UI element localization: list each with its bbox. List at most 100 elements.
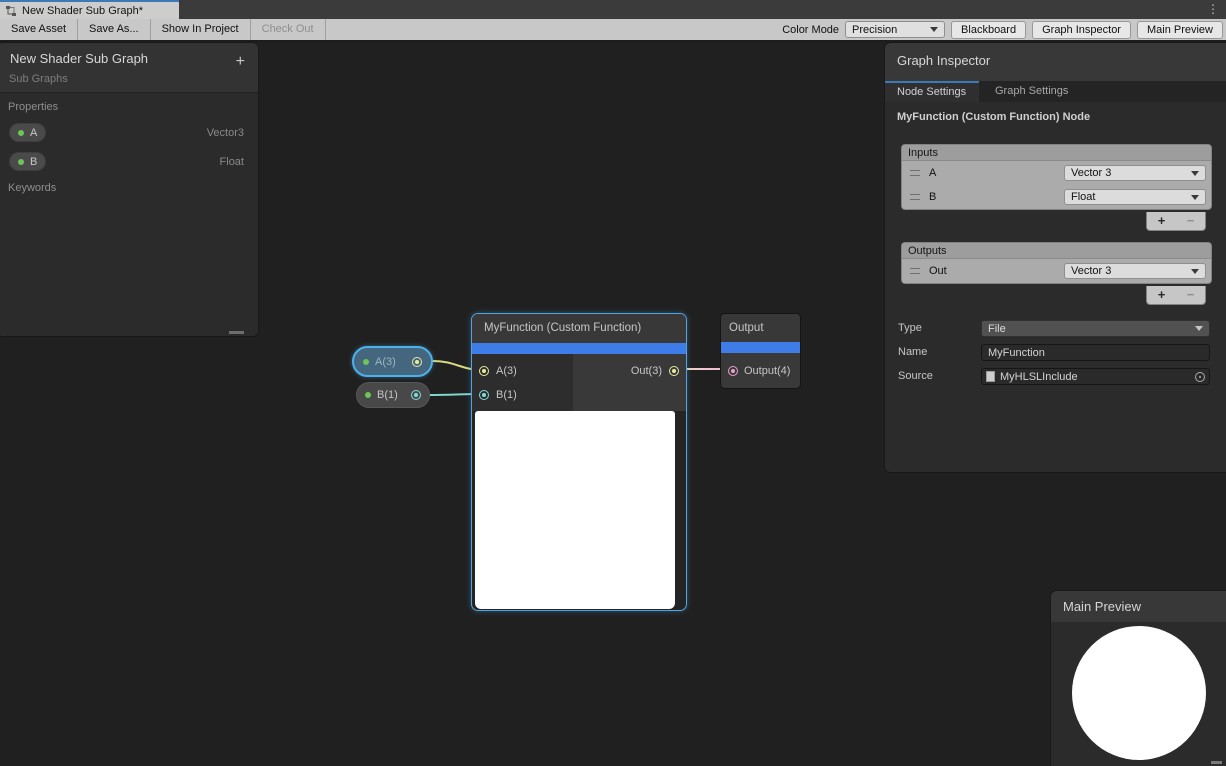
blackboard-property-a[interactable]: A	[9, 123, 46, 142]
file-icon	[986, 371, 995, 382]
chevron-down-icon	[1195, 326, 1203, 331]
node-settings-heading: MyFunction (Custom Function) Node	[897, 111, 1090, 123]
property-node-a[interactable]: A(3)	[352, 346, 433, 377]
list-row[interactable]: A Vector 3	[902, 161, 1211, 185]
input-port-row: B(1)	[472, 383, 573, 407]
main-preview-toggle-button[interactable]: Main Preview	[1137, 21, 1223, 39]
node-title[interactable]: Output	[721, 314, 800, 342]
exposed-dot-icon	[365, 392, 371, 398]
save-asset-button[interactable]: Save Asset	[0, 19, 78, 40]
chevron-down-icon	[1191, 269, 1199, 274]
type-label: Type	[898, 322, 922, 334]
blackboard-panel: New Shader Sub Graph Sub Graphs + Proper…	[0, 42, 259, 337]
list-row[interactable]: Out Vector 3	[902, 259, 1211, 283]
node-title[interactable]: MyFunction (Custom Function)	[472, 314, 686, 343]
preview-sphere[interactable]	[1072, 626, 1206, 760]
input-port-icon[interactable]	[479, 366, 489, 376]
shader-graph-icon	[5, 5, 17, 17]
inspector-tab-row: Node Settings Graph Settings	[885, 81, 1226, 102]
input-type-value: Vector 3	[1071, 167, 1111, 179]
inspector-title: Graph Inspector	[897, 53, 990, 68]
exposed-dot-icon	[363, 359, 369, 365]
exposed-dot-icon	[18, 130, 24, 136]
input-name: A	[929, 167, 936, 179]
property-node-b[interactable]: B(1)	[356, 382, 430, 408]
tab-node-settings[interactable]: Node Settings	[885, 81, 979, 102]
chevron-down-icon	[1191, 171, 1199, 176]
graph-inspector-panel: Graph Inspector Node Settings Graph Sett…	[884, 42, 1226, 473]
drag-handle-icon[interactable]	[910, 170, 920, 176]
node-output-column: Out(3)	[573, 354, 686, 411]
overflow-menu-icon[interactable]: ⋮	[1207, 1, 1219, 17]
output-port-label: Out(3)	[631, 365, 662, 377]
outputs-list-header: Outputs	[902, 243, 1211, 259]
input-type-dropdown[interactable]: Vector 3	[1064, 165, 1206, 181]
source-object-field[interactable]: MyHLSLInclude	[981, 368, 1210, 385]
window-tab-bar: New Shader Sub Graph* ⋮	[0, 0, 1226, 19]
outputs-list-footer: + −	[1146, 286, 1206, 305]
output-port-icon[interactable]	[411, 390, 421, 400]
main-toolbar: Save Asset Save As... Show In Project Ch…	[0, 19, 1226, 42]
node-myfunction[interactable]: MyFunction (Custom Function) A(3) B(1) O…	[471, 313, 687, 611]
inputs-list: Inputs A Vector 3 B Float	[901, 144, 1212, 210]
node-preview	[475, 411, 675, 609]
add-property-button[interactable]: +	[236, 54, 245, 70]
graph-inspector-toggle-button[interactable]: Graph Inspector	[1032, 21, 1131, 39]
output-port-icon[interactable]	[412, 357, 422, 367]
check-out-button: Check Out	[251, 19, 326, 40]
name-label: Name	[898, 346, 927, 358]
drag-handle-icon[interactable]	[910, 194, 920, 200]
exposed-dot-icon	[18, 159, 24, 165]
input-port-row: A(3)	[472, 359, 573, 383]
color-mode-dropdown[interactable]: Precision	[845, 21, 945, 38]
drag-handle-icon[interactable]	[910, 268, 920, 274]
source-field-row: Source MyHLSLInclude	[885, 368, 1226, 385]
node-body: A(3) B(1) Out(3)	[472, 354, 686, 411]
toolbar-right-group: Color Mode Precision Blackboard Graph In…	[782, 19, 1223, 40]
show-in-project-button[interactable]: Show In Project	[151, 19, 251, 40]
add-input-button[interactable]: +	[1158, 213, 1166, 229]
inputs-list-header: Inputs	[902, 145, 1211, 161]
tab-title: New Shader Sub Graph*	[22, 5, 143, 17]
property-node-label: A(3)	[375, 356, 396, 368]
tab-graph-settings[interactable]: Graph Settings	[995, 81, 1068, 102]
blackboard-toggle-button[interactable]: Blackboard	[951, 21, 1026, 39]
output-name: Out	[929, 265, 947, 277]
input-port-icon[interactable]	[479, 390, 489, 400]
inputs-list-footer: + −	[1146, 212, 1206, 231]
output-type-value: Vector 3	[1071, 265, 1111, 277]
tab-new-shader-sub-graph[interactable]: New Shader Sub Graph*	[0, 0, 179, 19]
input-port-label: B(1)	[496, 389, 517, 401]
main-preview-header: Main Preview	[1051, 591, 1226, 622]
property-type: Float	[220, 156, 244, 168]
object-picker-icon[interactable]	[1195, 372, 1205, 382]
input-port-row: Output(4)	[721, 353, 800, 389]
output-port-icon[interactable]	[669, 366, 679, 376]
input-type-dropdown[interactable]: Float	[1064, 189, 1206, 205]
output-type-dropdown[interactable]: Vector 3	[1064, 263, 1206, 279]
node-output[interactable]: Output Output(4)	[720, 313, 801, 389]
main-preview-panel: Main Preview	[1050, 590, 1226, 766]
properties-section-label: Properties	[8, 101, 58, 113]
property-name: A	[30, 127, 37, 139]
output-port-row: Out(3)	[573, 359, 686, 383]
chevron-down-icon	[1191, 195, 1199, 200]
chevron-down-icon	[930, 27, 938, 32]
type-field-row: Type File	[885, 320, 1226, 337]
input-type-value: Float	[1071, 191, 1095, 203]
resize-handle[interactable]	[1211, 761, 1222, 764]
blackboard-property-b[interactable]: B	[9, 152, 46, 171]
input-port-icon[interactable]	[728, 366, 738, 376]
type-dropdown[interactable]: File	[981, 320, 1210, 337]
inspector-header: Graph Inspector	[885, 43, 1226, 81]
resize-handle[interactable]	[229, 331, 244, 334]
function-name-input[interactable]	[981, 344, 1210, 361]
outputs-list: Outputs Out Vector 3	[901, 242, 1212, 284]
save-as-button[interactable]: Save As...	[78, 19, 151, 40]
add-output-button[interactable]: +	[1158, 287, 1166, 303]
property-node-label: B(1)	[377, 389, 398, 401]
source-value: MyHLSLInclude	[1000, 371, 1190, 383]
property-name: B	[30, 156, 37, 168]
list-row[interactable]: B Float	[902, 185, 1211, 209]
blackboard-subtitle: Sub Graphs	[9, 73, 68, 85]
